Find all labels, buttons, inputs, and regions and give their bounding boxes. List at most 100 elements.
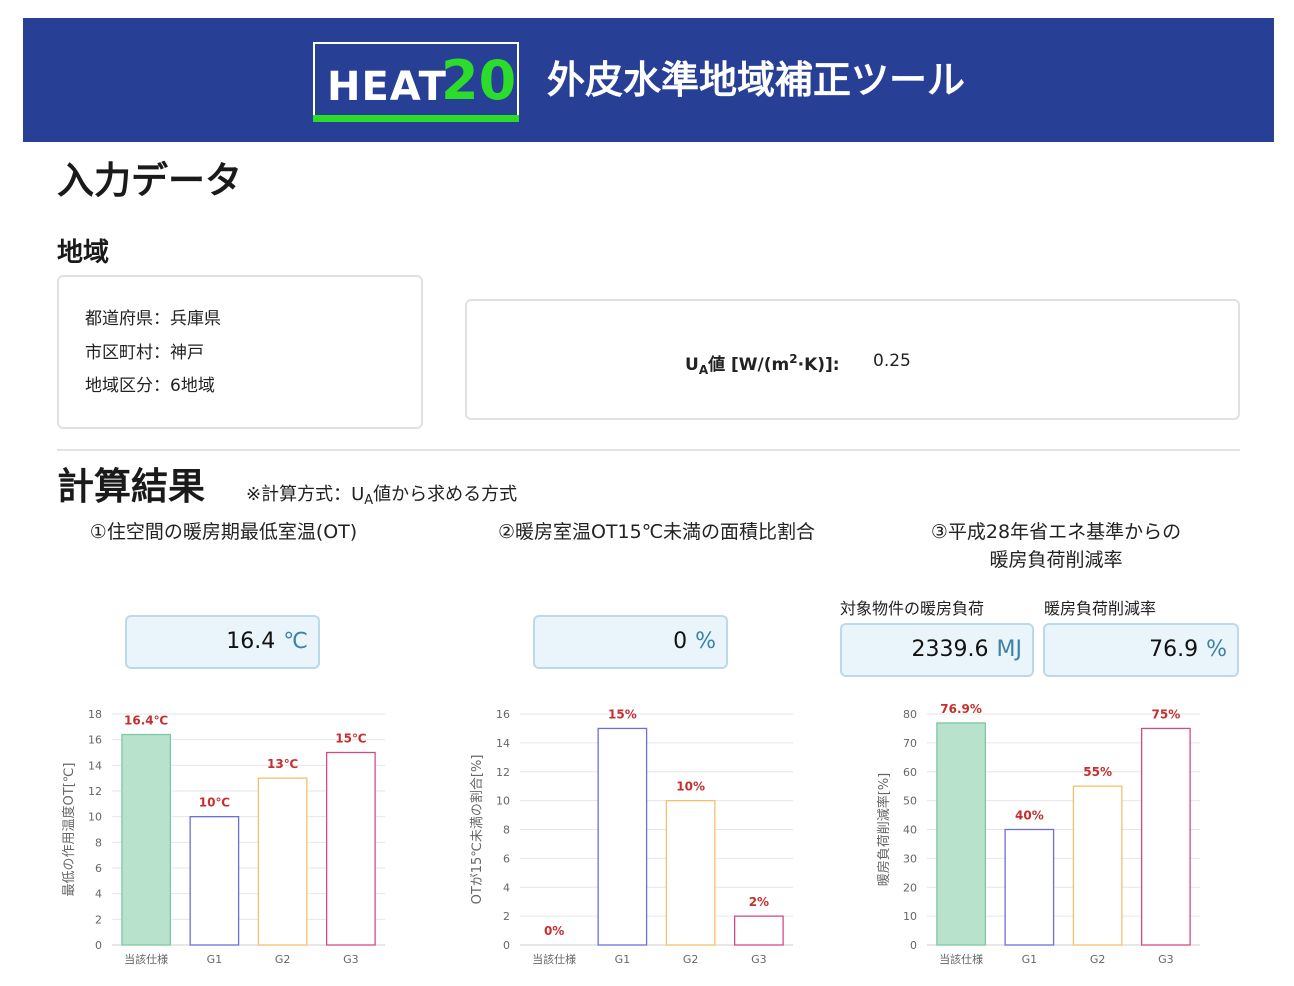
section3-title-line2: 暖房負荷削減率 [989, 549, 1123, 571]
y-tick-label: 10 [903, 910, 917, 923]
y-tick-label: 70 [903, 737, 917, 750]
input-data-heading: 入力データ [57, 159, 242, 202]
bar-G1 [1004, 828, 1055, 946]
y-tick-label: 20 [903, 881, 917, 894]
x-tick-label-G2: G2 [683, 953, 699, 966]
data-label-G1: 40% [1015, 809, 1044, 823]
region-card: 都道府県：兵庫県 市区町村：神戸 地域区分：6地域 [57, 275, 423, 429]
data-label-G1: 10℃ [199, 796, 230, 810]
data-label-G2: 55% [1083, 765, 1112, 779]
x-tick-label-G3: G3 [751, 953, 767, 966]
ua-value-card: UA値 [W/(m2·K)]: 0.25 [465, 299, 1240, 420]
app-header: HEAT 20 外皮水準地域補正ツール [23, 18, 1274, 142]
y-tick-label: 16 [88, 734, 102, 747]
bar-G3 [1140, 727, 1191, 946]
ua-label: UA値 [W/(m2·K)]: [685, 352, 840, 377]
bar-G2 [1072, 785, 1123, 946]
section3-title-line1: ③平成28年省エネ基準からの [930, 521, 1182, 543]
area-ratio-unit: % [695, 629, 716, 654]
y-tick-label: 0 [95, 939, 102, 952]
section2-title: ②暖房室温OT15℃未満の面積比割合 [497, 521, 816, 543]
data-label-当該仕様: 0% [544, 924, 564, 938]
x-tick-label-G3: G3 [343, 953, 359, 966]
min-temperature-chart: 0 2 4 6 8 10 12 14 16 18 最低の作用温度OT[℃] 16.4℃ 当該仕様 10℃ G… [61, 708, 385, 966]
logo-number: 20 [441, 49, 517, 112]
reduction-rate-output: 76.9% [1043, 623, 1239, 677]
y-tick-label: 16 [496, 708, 510, 721]
bar-G2 [257, 777, 308, 946]
data-label-G3: 75% [1152, 707, 1181, 721]
y-tick-label: 2 [503, 910, 510, 923]
y-tick-label: 50 [903, 795, 917, 808]
y-tick-label: 60 [903, 766, 917, 779]
data-label-当該仕様: 16.4℃ [124, 714, 168, 728]
y-tick-label: 80 [903, 708, 917, 721]
min-temperature-unit: ℃ [283, 629, 308, 654]
data-label-G1: 15% [608, 707, 637, 721]
area-ratio-chart: 0 2 4 6 8 10 12 14 16 OTが15℃未満の割合[%] 0% 当該仕様 15% G1 10… [469, 707, 793, 966]
x-tick-label-G2: G2 [275, 953, 291, 966]
y-tick-label: 2 [95, 913, 102, 926]
calculation-method-note: ※計算方式：UA値から求める方式 [246, 484, 518, 508]
load-reduction-chart: 0 10 20 30 40 50 60 70 80 暖房負荷削減率[%] 76.9% 当該仕様 40% G… [876, 702, 1200, 966]
section1-title: ①住空間の暖房期最低室温(OT) [89, 521, 358, 543]
bar-G3 [325, 751, 376, 946]
y-tick-label: 0 [910, 939, 917, 952]
y-tick-label: 8 [503, 824, 510, 837]
y-tick-label: 18 [88, 708, 102, 721]
data-label-G2: 13℃ [267, 757, 298, 771]
y-tick-label: 8 [95, 836, 102, 849]
y-tick-label: 4 [503, 881, 510, 894]
heating-load-value: 2339.6 [911, 637, 989, 662]
x-tick-label-当該仕様: 当該仕様 [532, 952, 576, 966]
heating-load-output: 2339.6 MJ [840, 623, 1034, 677]
bar-当該仕様 [121, 733, 172, 946]
reduction-rate-label: 暖房負荷削減率 [1044, 599, 1157, 618]
x-tick-label-G1: G1 [615, 953, 631, 966]
x-tick-label-G3: G3 [1158, 953, 1174, 966]
heat20-logo: HEAT 20 [313, 42, 519, 122]
bar-当該仕様 [936, 722, 987, 946]
y-tick-label: 0 [503, 939, 510, 952]
x-tick-label-G2: G2 [1090, 953, 1106, 966]
y-tick-label: 12 [496, 766, 510, 779]
y-tick-label: 14 [496, 737, 510, 750]
data-label-当該仕様: 76.9% [940, 702, 982, 716]
y-tick-label: 4 [95, 888, 102, 901]
data-label-G2: 10% [676, 780, 705, 794]
prefecture-text: 都道府県：兵庫県 [85, 309, 221, 329]
bar-G2 [665, 799, 716, 946]
x-tick-label-当該仕様: 当該仕様 [939, 952, 983, 966]
reduction-rate-value: 76.9 [1149, 637, 1199, 662]
min-temperature-output: 16.4 ℃ [125, 615, 320, 669]
y-tick-label: 30 [903, 852, 917, 865]
y-tick-label: 10 [88, 811, 102, 824]
city-text: 市区町村：神戸 [85, 343, 204, 363]
climate-zone-text: 地域区分：6地域 [85, 376, 215, 396]
area-ratio-value: 0 [673, 629, 688, 654]
min-temperature-value: 16.4 [226, 629, 276, 654]
y-tick-label: 40 [903, 824, 917, 837]
results-heading: 計算結果 [57, 465, 205, 508]
app-title: 外皮水準地域補正ツール [547, 58, 966, 102]
heating-load-unit: MJ [996, 637, 1022, 662]
y-axis-label: 最低の作用温度OT[℃] [61, 763, 77, 897]
data-label-G3: 2% [749, 895, 769, 909]
y-tick-label: 10 [496, 795, 510, 808]
y-tick-label: 12 [88, 785, 102, 798]
area-ratio-output: 0% [533, 615, 728, 669]
bar-G1 [189, 816, 240, 946]
y-axis-label: OTが15℃未満の割合[%] [469, 755, 485, 905]
y-tick-label: 6 [503, 852, 510, 865]
y-tick-label: 14 [88, 759, 102, 772]
logo-heat-text: HEAT [327, 64, 447, 110]
region-heading: 地域 [57, 238, 110, 268]
data-label-G3: 15℃ [335, 732, 366, 746]
x-tick-label-当該仕様: 当該仕様 [124, 952, 168, 966]
x-tick-label-G1: G1 [207, 953, 223, 966]
bar-G1 [597, 727, 648, 946]
heating-load-label: 対象物件の暖房負荷 [840, 599, 985, 618]
bar-G3 [733, 915, 784, 946]
y-tick-label: 6 [95, 862, 102, 875]
section-divider [57, 449, 1240, 451]
